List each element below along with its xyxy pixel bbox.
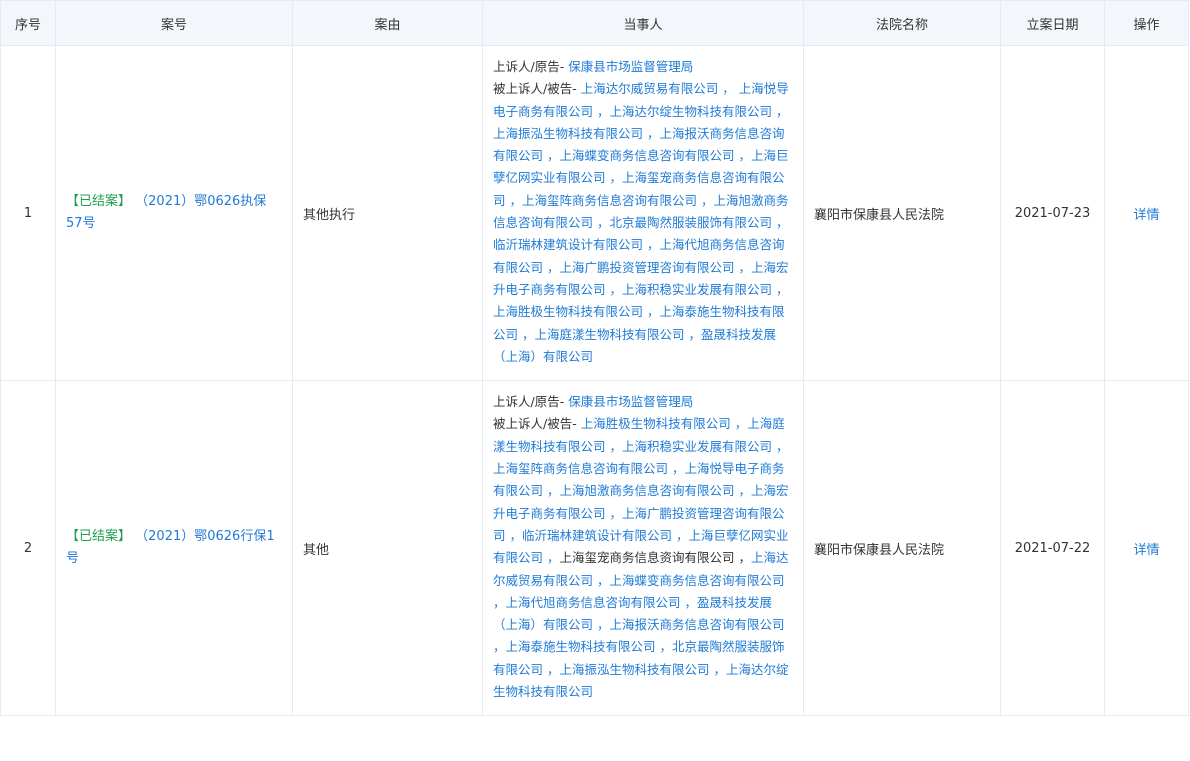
case-status-badge: 【已结案】 [66,529,132,545]
col-header-parties: 当事人 [482,0,804,46]
col-header-court: 法院名称 [803,0,1001,46]
appellee-links[interactable]: 上海悦导电子商务有限公司 ，上海达尔绽生物科技有限公司 ，上海振泓生物科技有限公… [493,81,789,364]
row-index: 2 [0,380,56,717]
table-row: 2 【已结案】 （2021）鄂0626行保1号 其他 上诉人/原告- 保康县市场… [0,380,1189,717]
case-number-cell[interactable]: 【已结案】 （2021）鄂0626行保1号 [55,380,293,717]
details-link[interactable]: 详情 [1104,380,1189,717]
details-link-label[interactable]: 详情 [1133,543,1159,558]
appellee-label: 被上诉人/被告- [493,81,577,97]
appellee-lead-link[interactable]: 上海达尔威贸易有限公司 ， [581,81,735,96]
parties-cell: 上诉人/原告- 保康县市场监督管理局被上诉人/被告- 上海达尔威贸易有限公司 ，… [482,44,804,382]
case-reason: 其他 [292,380,483,717]
case-status-badge: 【已结案】 [66,194,132,210]
case-reason: 其他执行 [292,44,483,382]
table-row: 1 【已结案】 （2021）鄂0626执保57号 其他执行 上诉人/原告- 保康… [0,44,1189,382]
filing-date: 2021-07-23 [1000,44,1105,382]
case-number-cell[interactable]: 【已结案】 （2021）鄂0626执保57号 [55,44,293,382]
details-link-label[interactable]: 详情 [1133,208,1159,223]
appellee-links-part2[interactable]: 上海达尔威贸易有限公司 ，上海蝶变商务信息咨询有限公司 ，上海代旭商务信息咨询有… [493,550,788,699]
appellant-label: 上诉人/原告- [493,59,565,74]
parties-cell: 上诉人/原告- 保康县市场监督管理局被上诉人/被告- 上海胜极生物科技有限公司 … [482,380,804,717]
case-table: 序号 案号 案由 当事人 法院名称 立案日期 操作 1 【已结案】 （2021）… [0,0,1189,717]
col-header-action: 操作 [1104,0,1189,46]
appellee-label: 被上诉人/被告- [493,416,577,432]
table-header-row: 序号 案号 案由 当事人 法院名称 立案日期 操作 [0,0,1189,46]
col-header-index: 序号 [0,0,56,46]
court-name: 襄阳市保康县人民法院 [803,380,1001,717]
filing-date: 2021-07-22 [1000,380,1105,717]
col-header-case-no: 案号 [55,0,293,46]
details-link[interactable]: 详情 [1104,44,1189,382]
court-name: 襄阳市保康县人民法院 [803,44,1001,382]
col-header-filing-date: 立案日期 [1000,0,1105,46]
appellant-link[interactable]: 保康县市场监督管理局 [568,59,693,74]
appellee-links-part1[interactable]: 上海胜极生物科技有限公司 ，上海庭漾生物科技有限公司 ，上海积稳实业发展有限公司… [493,416,788,565]
appellant-link[interactable]: 保康县市场监督管理局 [568,394,693,409]
col-header-reason: 案由 [292,0,483,46]
row-index: 1 [0,44,56,382]
appellee-plain-name: 上海玺宠商务信息资询有限公司 ， [559,550,751,566]
appellant-label: 上诉人/原告- [493,394,565,410]
